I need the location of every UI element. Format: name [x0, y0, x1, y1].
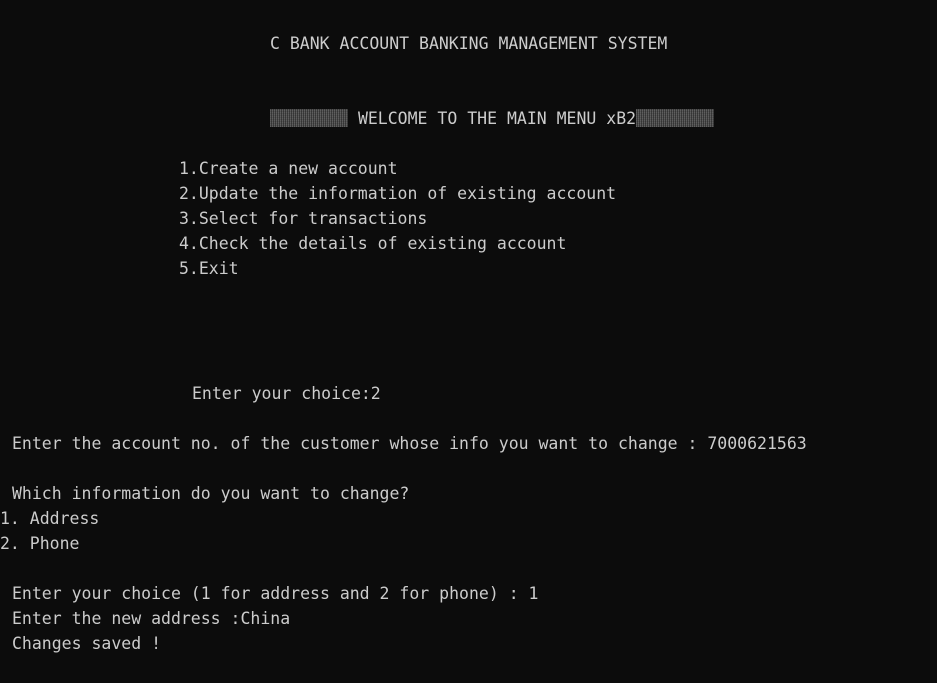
choice-prompt: Enter your choice:2 [192, 384, 381, 403]
terminal-window[interactable]: C BANK ACCOUNT BANKING MANAGEMENT SYSTEM… [0, 0, 937, 683]
shade-block-right [636, 109, 715, 127]
option-choice-prompt: Enter your choice (1 for address and 2 f… [12, 584, 539, 603]
shade-block-left [270, 109, 348, 127]
which-info-prompt: Which information do you want to change? [12, 484, 410, 503]
option-phone: 2. Phone [0, 534, 80, 553]
menu-item-details: 4.Check the details of existing account [179, 234, 567, 253]
option-address: 1. Address [0, 509, 100, 528]
changes-saved-message: Changes saved ! [12, 634, 162, 653]
welcome-text: WELCOME TO THE MAIN MENU xB2 [357, 109, 637, 128]
system-title: C BANK ACCOUNT BANKING MANAGEMENT SYSTEM [270, 34, 668, 53]
welcome-banner: WELCOME TO THE MAIN MENU xB2 [270, 106, 715, 131]
menu-item-transactions: 3.Select for transactions [179, 209, 428, 228]
menu-item-update: 2.Update the information of existing acc… [179, 184, 617, 203]
menu-item-create: 1.Create a new account [179, 159, 398, 178]
menu-item-exit: 5.Exit [179, 259, 239, 278]
account-number-prompt: Enter the account no. of the customer wh… [12, 434, 807, 453]
new-address-prompt: Enter the new address :China [12, 609, 291, 628]
